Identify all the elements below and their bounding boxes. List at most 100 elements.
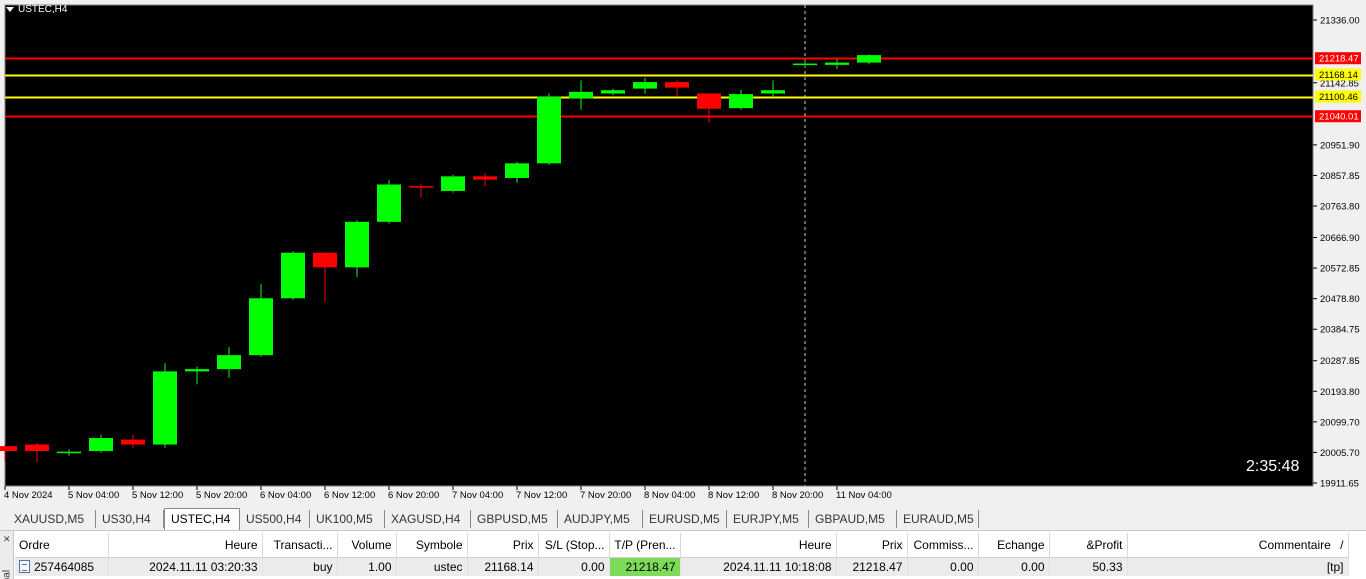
y-tick-label: 20763.80: [1320, 201, 1360, 212]
tab-gbpusd-m5[interactable]: GBPUSD,M5: [471, 510, 558, 528]
column-header-commentaire[interactable]: Commentaire /: [1127, 533, 1349, 558]
table-row[interactable]: 257464085 2024.11.11 03:20:33 buy 1.00 u…: [15, 557, 1349, 576]
cell-type: buy: [262, 557, 338, 576]
column-header-tp[interactable]: T/P (Pren...: [609, 533, 681, 558]
order-document-icon: [19, 559, 30, 573]
candle-body: [89, 438, 113, 452]
level-price-tag-label: 21040.01: [1319, 112, 1359, 123]
column-header-volume[interactable]: Volume: [337, 533, 397, 558]
candle-body: [569, 91, 593, 99]
chart-symbol-label[interactable]: USTEC,H4: [6, 4, 67, 15]
cell-tp: 21218.47: [609, 557, 681, 576]
candle-body: [25, 444, 49, 452]
table-header-row: Ordre Heure Transacti... Volume Symbole …: [15, 533, 1349, 558]
tab-us30-h4[interactable]: US30,H4: [96, 510, 164, 528]
tab-xauusd-m5[interactable]: XAUUSD,M5: [8, 510, 96, 528]
y-tick-label: 20478.80: [1320, 294, 1360, 305]
column-header-sl[interactable]: S/L (Stop...: [538, 533, 610, 558]
column-header-profit[interactable]: &Profit: [1049, 533, 1128, 558]
y-tick-label: 20099.70: [1320, 417, 1360, 428]
cell-order-text: 257464085: [34, 559, 95, 574]
cell-open-time: 2024.11.11 03:20:33: [108, 557, 263, 576]
tab-ustec-h4[interactable]: USTEC,H4: [164, 508, 240, 530]
candle-body: [409, 186, 433, 188]
column-header-echange[interactable]: Echange: [978, 533, 1050, 558]
candle-body: [473, 176, 497, 180]
y-tick-label: 20572.85: [1320, 264, 1360, 275]
candle-body: [505, 163, 529, 178]
x-tick-label: 5 Nov 12:00: [132, 490, 183, 501]
candle-body: [761, 90, 785, 94]
x-tick-label: 5 Nov 20:00: [196, 490, 247, 501]
candle-body: [601, 90, 625, 94]
y-tick-label: 20287.85: [1320, 356, 1360, 367]
cell-comment: [tp]: [1127, 557, 1349, 576]
column-header-symbole[interactable]: Symbole: [396, 533, 468, 558]
y-tick-label: 20005.70: [1320, 448, 1360, 459]
y-tick-label: 20951.90: [1320, 140, 1360, 151]
candle-body: [281, 252, 305, 299]
candle-body: [313, 252, 337, 268]
x-tick-label: 8 Nov 20:00: [772, 490, 823, 501]
tab-audjpy-m5[interactable]: AUDJPY,M5: [558, 510, 643, 528]
y-tick-label: 20857.85: [1320, 171, 1360, 182]
tab-eurjpy-m5[interactable]: EURJPY,M5: [727, 510, 809, 528]
candle-body: [633, 82, 657, 89]
column-header-transaction[interactable]: Transacti...: [262, 533, 338, 558]
level-price-tag-label: 21218.47: [1319, 54, 1359, 65]
column-header-commission[interactable]: Commiss...: [907, 533, 979, 558]
tab-uk100-m5[interactable]: UK100,M5: [310, 510, 385, 528]
tab-gbpaud-m5[interactable]: GBPAUD,M5: [809, 510, 897, 528]
x-tick-label: 8 Nov 04:00: [644, 490, 695, 501]
candle-body: [857, 55, 881, 63]
terminal-side-label: inal: [1, 569, 13, 579]
cell-order: 257464085: [15, 557, 109, 576]
x-tick-label: 7 Nov 04:00: [452, 490, 503, 501]
terminal-side-strip: ✕ inal: [0, 531, 14, 579]
tab-xagusd-h4[interactable]: XAGUSD,H4: [385, 510, 471, 528]
cell-open-price: 21168.14: [467, 557, 539, 576]
candle-body: [121, 439, 145, 445]
candle-body: [249, 298, 273, 356]
candle-body: [217, 355, 241, 370]
y-tick-label: 20193.80: [1320, 387, 1360, 398]
chart-window[interactable]: 21336.00 21142.85 20951.90 20857.85 20763.80…: [0, 0, 1366, 507]
history-table: Ordre Heure Transacti... Volume Symbole …: [15, 533, 1349, 576]
cell-symbol: ustec: [396, 557, 468, 576]
tab-us500-h4[interactable]: US500,H4: [240, 510, 310, 528]
candle-body: [153, 371, 177, 445]
candle-body: [697, 93, 721, 109]
level-price-tag-label: 21100.46: [1319, 92, 1358, 103]
terminal-panel: ✕ inal Ordre Heure Transacti... Volume S…: [0, 531, 1366, 579]
candle-body: [377, 184, 401, 222]
cell-close-time: 2024.11.11 10:18:08: [680, 557, 837, 576]
column-header-heure-close[interactable]: Heure: [680, 533, 837, 558]
candle-body: [57, 451, 81, 454]
x-tick-label: 7 Nov 20:00: [580, 490, 631, 501]
candle-body: [441, 176, 465, 191]
tab-euraud-m5[interactable]: EURAUD,M5: [897, 510, 979, 528]
candle-body: [537, 96, 561, 164]
chart-tabs-bar: XAUUSD,M5 US30,H4 USTEC,H4 US500,H4 UK100,M5…: [0, 507, 1366, 531]
resize-slash-icon: /: [1340, 537, 1344, 552]
candle-body: [345, 221, 369, 268]
column-header-ordre[interactable]: Ordre: [15, 533, 109, 558]
dropdown-triangle-icon[interactable]: [6, 7, 14, 12]
cell-swap: 0.00: [978, 557, 1050, 576]
y-tick-label: 20666.90: [1320, 233, 1360, 244]
cell-close-price: 21218.47: [836, 557, 908, 576]
tab-eurusd-m5[interactable]: EURUSD,M5: [643, 510, 727, 528]
column-header-commentaire-label: Commentaire: [1258, 537, 1331, 552]
candle-body: [185, 369, 209, 372]
y-tick-label: 21336.00: [1320, 16, 1360, 27]
candle-body: [729, 94, 753, 109]
cell-commission: 0.00: [907, 557, 979, 576]
column-header-prix[interactable]: Prix: [467, 533, 539, 558]
column-header-prix-close[interactable]: Prix: [836, 533, 908, 558]
x-tick-label: 6 Nov 04:00: [260, 490, 311, 501]
close-icon[interactable]: ✕: [3, 534, 11, 545]
column-header-heure[interactable]: Heure: [108, 533, 263, 558]
price-chart[interactable]: 21336.0021142.8520951.9020857.8520763.80…: [0, 0, 1366, 507]
plot-area[interactable]: [4, 4, 1314, 487]
candle-body: [825, 62, 849, 65]
